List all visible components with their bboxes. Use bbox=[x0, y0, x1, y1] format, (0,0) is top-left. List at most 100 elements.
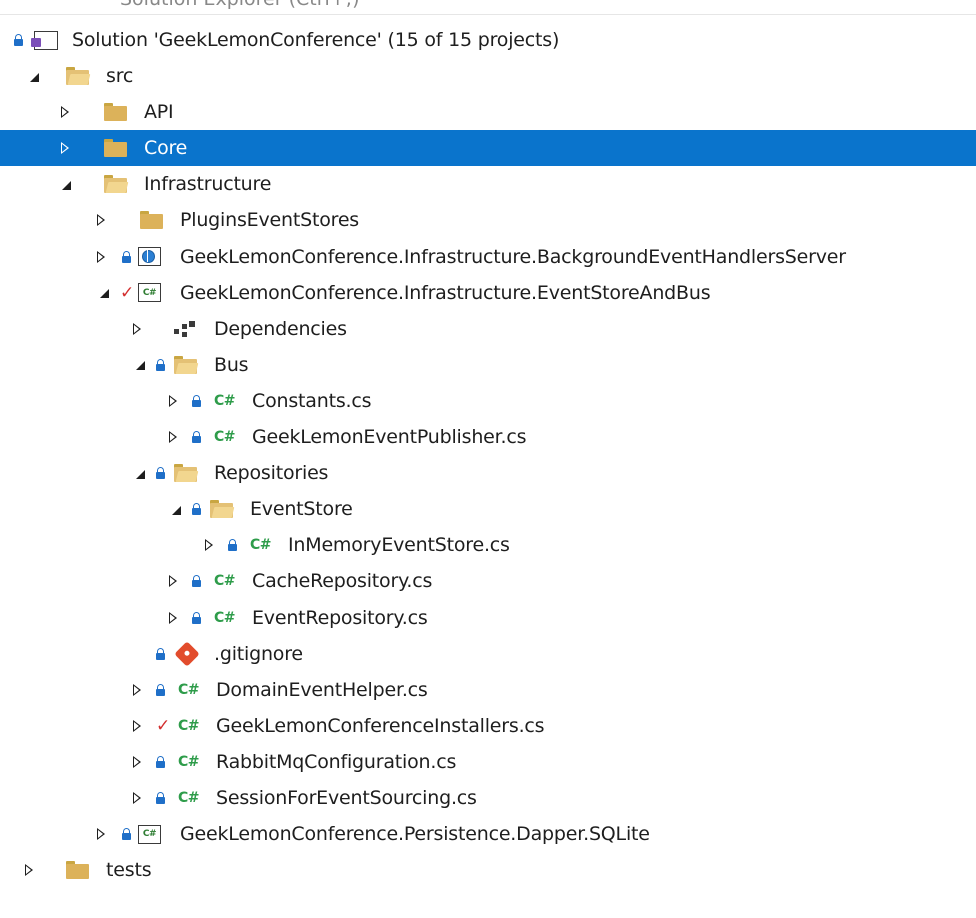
expand-arrow-icon[interactable] bbox=[58, 130, 72, 166]
expand-arrow-icon[interactable] bbox=[130, 708, 144, 744]
tree-item-api[interactable]: API bbox=[0, 94, 976, 130]
tree-item-label: Repositories bbox=[214, 462, 329, 485]
folder-open-icon bbox=[104, 175, 129, 194]
lock-icon bbox=[192, 431, 201, 444]
expand-arrow-icon[interactable] bbox=[130, 780, 144, 816]
expand-arrow-icon[interactable] bbox=[94, 202, 108, 238]
tree-item-label: DomainEventHelper.cs bbox=[216, 678, 428, 701]
expand-arrow-icon[interactable] bbox=[58, 94, 72, 130]
csharp-file-icon: C# bbox=[178, 681, 200, 698]
tree-item-constants-cs[interactable]: C# Constants.cs bbox=[0, 383, 976, 419]
lock-icon bbox=[192, 394, 201, 407]
tree-item-solution[interactable]: Solution 'GeekLemonConference' (15 of 15… bbox=[0, 22, 976, 58]
folder-open-icon bbox=[210, 500, 235, 519]
collapse-arrow-icon[interactable] bbox=[134, 455, 148, 491]
checkmark-icon: ✓ bbox=[156, 715, 171, 736]
lock-icon bbox=[14, 34, 23, 46]
folder-open-icon bbox=[174, 464, 199, 483]
tree-item-label: GeekLemonEventPublisher.cs bbox=[252, 426, 527, 449]
tree-item-domain-event-helper-cs[interactable]: C# DomainEventHelper.cs bbox=[0, 672, 976, 708]
csharp-file-icon: C# bbox=[214, 392, 236, 409]
csharp-project-icon: C# bbox=[138, 283, 161, 303]
tree-item-label: src bbox=[106, 65, 134, 88]
tree-item-infrastructure[interactable]: Infrastructure bbox=[0, 166, 976, 202]
tree-item-plugins-event-stores[interactable]: PluginsEventStores bbox=[0, 202, 976, 238]
expand-arrow-icon[interactable] bbox=[166, 563, 180, 599]
lock-icon bbox=[122, 250, 131, 263]
tree-item-session-for-event-sourcing-cs[interactable]: C# SessionForEventSourcing.cs bbox=[0, 780, 976, 816]
expand-arrow-icon[interactable] bbox=[22, 852, 36, 888]
lock-icon bbox=[156, 467, 165, 480]
tree-item-label: GeekLemonConference.Infrastructure.Event… bbox=[180, 281, 711, 304]
tree-item-label: RabbitMqConfiguration.cs bbox=[216, 750, 457, 773]
tree-item-event-store-and-bus[interactable]: ✓ C# GeekLemonConference.Infrastructure.… bbox=[0, 275, 976, 311]
tree-item-repositories[interactable]: Repositories bbox=[0, 455, 976, 491]
expand-arrow-icon[interactable] bbox=[130, 672, 144, 708]
csharp-file-icon: C# bbox=[178, 717, 200, 734]
expand-arrow-icon[interactable] bbox=[130, 311, 144, 347]
tree-item-label: API bbox=[144, 101, 174, 124]
tree-item-event-publisher-cs[interactable]: C# GeekLemonEventPublisher.cs bbox=[0, 419, 976, 455]
collapse-arrow-icon[interactable] bbox=[28, 58, 42, 94]
lock-icon bbox=[122, 828, 131, 841]
tree-item-dependencies[interactable]: Dependencies bbox=[0, 311, 976, 347]
tree-item-tests[interactable]: tests bbox=[0, 852, 976, 888]
tree-item-label: Infrastructure bbox=[144, 173, 272, 196]
folder-open-icon bbox=[66, 67, 91, 86]
tree-item-persistence-dapper-sqlite[interactable]: C# GeekLemonConference.Persistence.Dappe… bbox=[0, 816, 976, 852]
panel-header-partial: Solution Explorer (Ctrl+;) bbox=[0, 0, 976, 15]
csharp-file-icon: C# bbox=[178, 789, 200, 806]
tree-item-installers-cs[interactable]: ✓ C# GeekLemonConferenceInstallers.cs bbox=[0, 708, 976, 744]
collapse-arrow-icon[interactable] bbox=[98, 275, 112, 311]
lock-icon bbox=[156, 683, 165, 696]
tree-item-core[interactable]: Core bbox=[0, 130, 976, 167]
expand-arrow-icon[interactable] bbox=[94, 239, 108, 275]
expand-arrow-icon[interactable] bbox=[166, 419, 180, 455]
lock-icon bbox=[192, 611, 201, 624]
lock-icon bbox=[192, 575, 201, 588]
tree-item-label: Core bbox=[144, 137, 188, 160]
tree-item-label: InMemoryEventStore.cs bbox=[288, 534, 510, 557]
csharp-file-icon: C# bbox=[214, 573, 236, 590]
folder-icon bbox=[104, 103, 127, 122]
dependencies-icon bbox=[174, 320, 196, 337]
lock-icon bbox=[156, 647, 165, 660]
expand-arrow-icon[interactable] bbox=[130, 744, 144, 780]
tree-item-label: GeekLemonConferenceInstallers.cs bbox=[216, 714, 545, 737]
tree-item-label: GeekLemonConference.Persistence.Dapper.S… bbox=[180, 823, 650, 846]
csharp-file-icon: C# bbox=[250, 537, 272, 554]
lock-icon bbox=[156, 791, 165, 804]
expand-arrow-icon[interactable] bbox=[166, 600, 180, 636]
tree-item-cache-repository-cs[interactable]: C# CacheRepository.cs bbox=[0, 563, 976, 599]
collapse-arrow-icon[interactable] bbox=[134, 347, 148, 383]
solution-explorer-tree: Solution 'GeekLemonConference' (15 of 15… bbox=[0, 22, 976, 888]
collapse-arrow-icon[interactable] bbox=[60, 166, 74, 202]
tree-item-label: EventRepository.cs bbox=[252, 606, 428, 629]
lock-icon bbox=[156, 755, 165, 768]
tree-item-label: Dependencies bbox=[214, 317, 347, 340]
tree-item-label: PluginsEventStores bbox=[180, 209, 360, 232]
expand-arrow-icon[interactable] bbox=[166, 383, 180, 419]
expand-arrow-icon[interactable] bbox=[202, 527, 216, 563]
tree-item-rabbitmq-configuration-cs[interactable]: C# RabbitMqConfiguration.cs bbox=[0, 744, 976, 780]
checkmark-icon: ✓ bbox=[120, 282, 135, 303]
tree-item-src[interactable]: src bbox=[0, 58, 976, 94]
tree-item-background-event-handlers-server[interactable]: GeekLemonConference.Infrastructure.Backg… bbox=[0, 239, 976, 275]
tree-item-event-repository-cs[interactable]: C# EventRepository.cs bbox=[0, 600, 976, 636]
git-icon bbox=[174, 640, 200, 667]
folder-icon bbox=[140, 211, 163, 230]
expand-arrow-icon[interactable] bbox=[94, 816, 108, 852]
lock-icon bbox=[192, 503, 201, 516]
lock-icon bbox=[156, 358, 165, 371]
tree-item-bus[interactable]: Bus bbox=[0, 347, 976, 383]
collapse-arrow-icon[interactable] bbox=[170, 491, 184, 527]
tree-item-label: Bus bbox=[214, 353, 249, 376]
solution-icon bbox=[31, 30, 58, 50]
panel-header-text: Solution Explorer (Ctrl+;) bbox=[120, 0, 360, 10]
tree-item-gitignore[interactable]: .gitignore bbox=[0, 636, 976, 672]
folder-open-icon bbox=[174, 355, 199, 374]
tree-item-in-memory-event-store-cs[interactable]: C# InMemoryEventStore.cs bbox=[0, 527, 976, 563]
tree-item-event-store[interactable]: EventStore bbox=[0, 491, 976, 527]
tree-item-label: CacheRepository.cs bbox=[252, 570, 433, 593]
tree-item-label: .gitignore bbox=[214, 642, 303, 665]
